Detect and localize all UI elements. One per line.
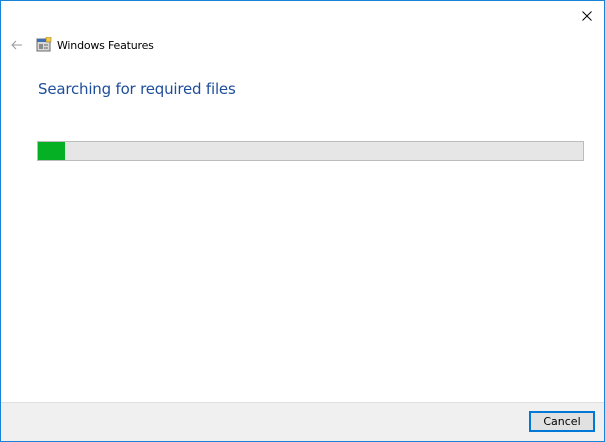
- window-title: Windows Features: [57, 38, 154, 52]
- back-arrow-icon: [11, 40, 22, 50]
- progress-bar: [37, 141, 584, 161]
- page-heading: Searching for required files: [38, 80, 236, 98]
- nav-row: Windows Features: [9, 35, 154, 55]
- close-button[interactable]: [570, 1, 604, 31]
- footer-bar: Cancel: [1, 402, 604, 441]
- back-button[interactable]: [9, 37, 25, 53]
- cancel-button[interactable]: Cancel: [529, 411, 595, 432]
- windows-features-icon: [36, 37, 52, 52]
- close-icon: [582, 11, 592, 21]
- dialog-window: Windows Features Searching for required …: [0, 0, 605, 442]
- progress-bar-fill: [38, 142, 66, 160]
